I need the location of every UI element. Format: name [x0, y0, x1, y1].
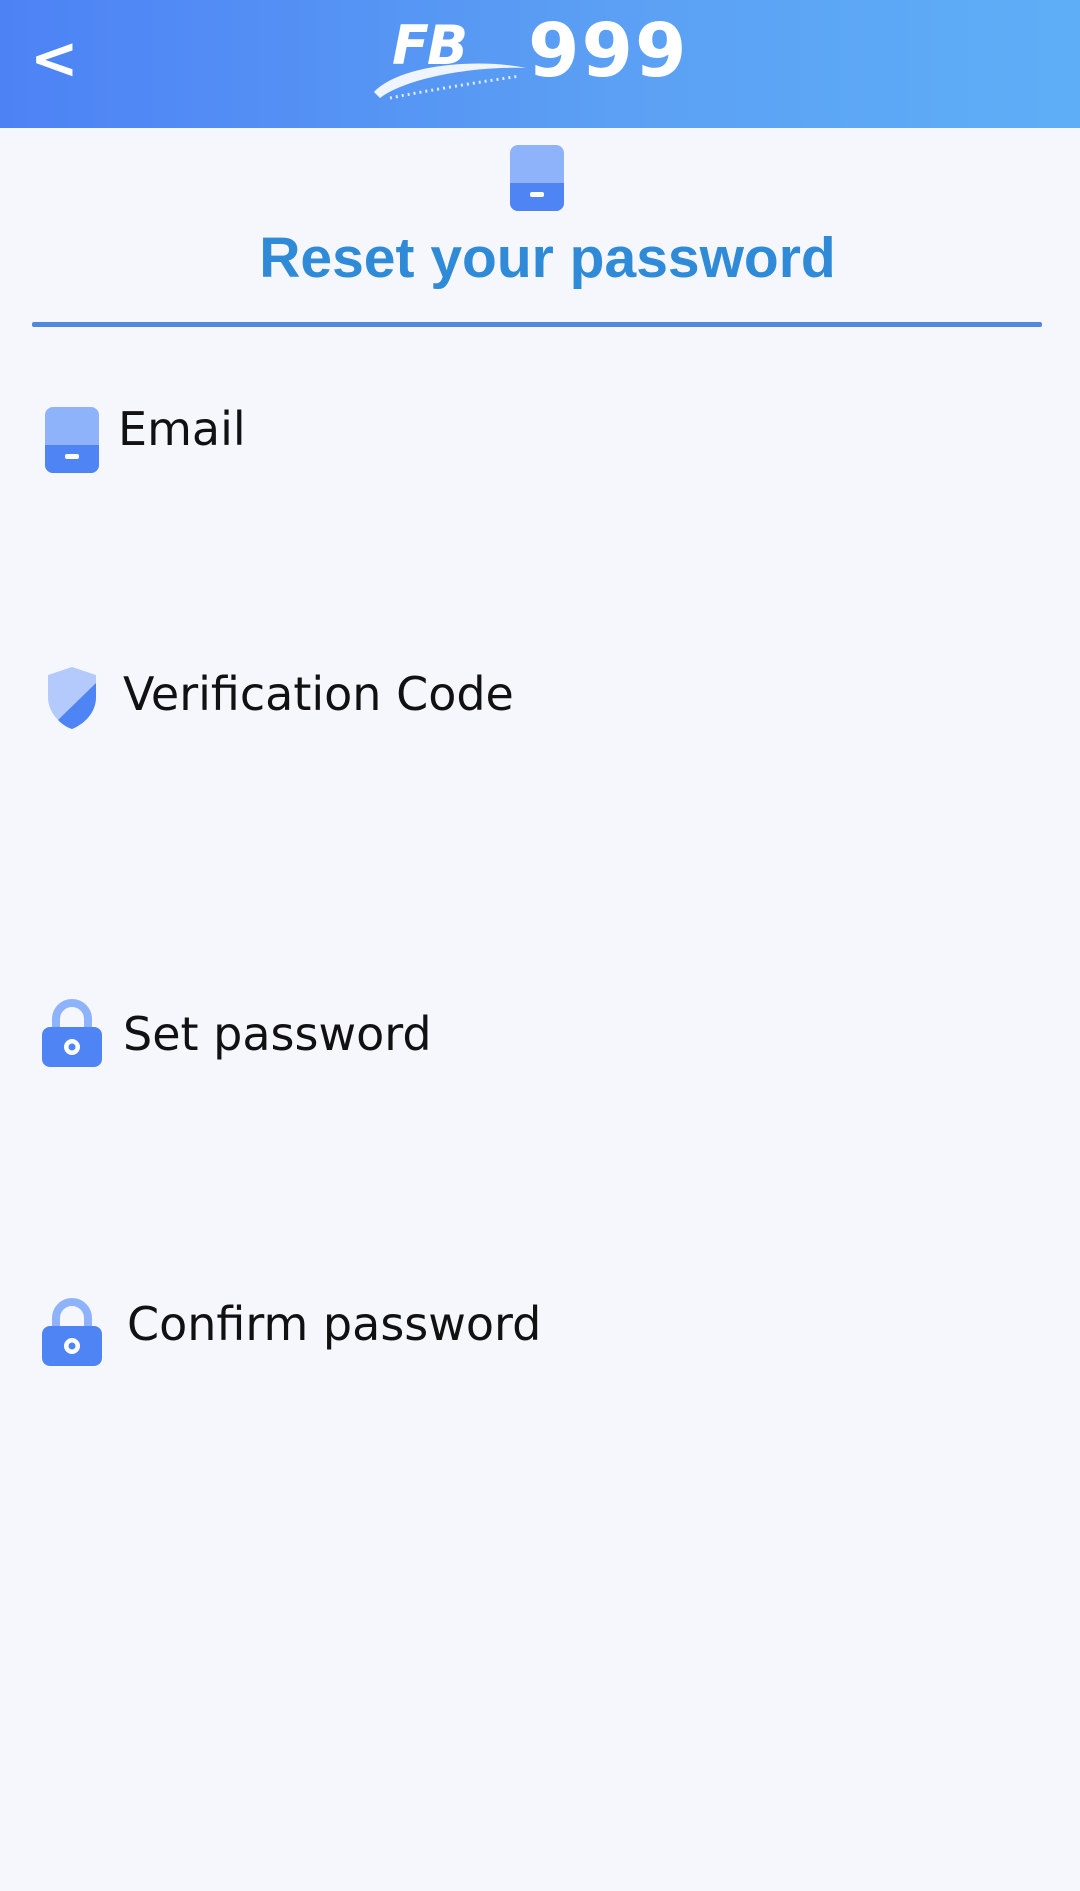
brand-logo: FB 999 — [370, 8, 710, 100]
verification-code-field[interactable]: Verification Code — [0, 645, 1080, 765]
email-field[interactable]: Email — [0, 380, 1080, 500]
confirm-password-label: Confirm password — [127, 1297, 542, 1351]
phone-icon — [510, 145, 564, 211]
back-button[interactable]: < — [30, 18, 100, 98]
logo-brand-letters: FB — [392, 14, 468, 77]
email-field-label: Email — [118, 402, 246, 456]
lock-icon — [42, 999, 102, 1067]
verification-code-label: Verification Code — [123, 667, 514, 721]
page-title: Reset your password — [259, 226, 836, 290]
set-password-field[interactable]: Set password — [0, 985, 1080, 1105]
app-header: < FB 999 — [0, 0, 1080, 128]
lock-icon — [42, 1298, 102, 1366]
set-password-label: Set password — [123, 1007, 432, 1061]
phone-icon — [45, 407, 99, 473]
shield-icon — [48, 667, 96, 729]
title-divider — [32, 322, 1042, 327]
logo-brand-number: 999 — [528, 8, 689, 94]
confirm-password-field[interactable]: Confirm password — [0, 1280, 1080, 1400]
